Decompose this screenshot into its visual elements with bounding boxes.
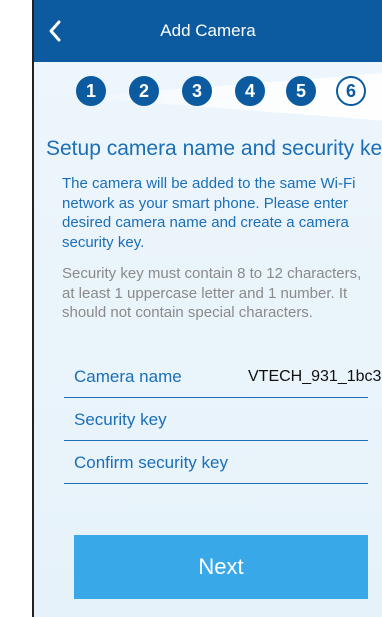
security-key-label: Security key — [74, 410, 167, 429]
back-button[interactable] — [40, 14, 70, 48]
next-button[interactable]: Next — [74, 535, 368, 599]
section-heading: Setup camera name and security key — [46, 137, 382, 160]
security-key-field[interactable]: Security key — [64, 404, 368, 441]
step-3: 3 — [182, 76, 212, 106]
security-key-requirements: Security key must contain 8 to 12 charac… — [62, 265, 362, 321]
app-header: Add Camera — [34, 0, 382, 62]
step-1: 1 — [76, 76, 106, 106]
step-4: 4 — [235, 76, 265, 106]
page-title: Add Camera — [160, 21, 256, 40]
step-5: 5 — [286, 76, 316, 106]
camera-name-label: Camera name — [74, 367, 182, 386]
app-screen: Add Camera 1 2 3 4 5 6 Setup camera name… — [34, 0, 382, 617]
instruction-text: The camera will be added to the same Wi-… — [62, 175, 356, 251]
confirm-security-key-field[interactable]: Confirm security key — [64, 447, 368, 484]
step-2: 2 — [129, 76, 159, 106]
confirm-security-key-label: Confirm security key — [74, 453, 228, 472]
step-indicator: 1 2 3 4 5 6 — [34, 76, 382, 116]
camera-name-field[interactable]: Camera name VTECH_931_1bc3 — [64, 361, 381, 398]
chevron-left-icon — [49, 20, 61, 42]
step-6-current: 6 — [336, 76, 366, 106]
camera-name-value[interactable]: VTECH_931_1bc3 — [248, 368, 381, 386]
